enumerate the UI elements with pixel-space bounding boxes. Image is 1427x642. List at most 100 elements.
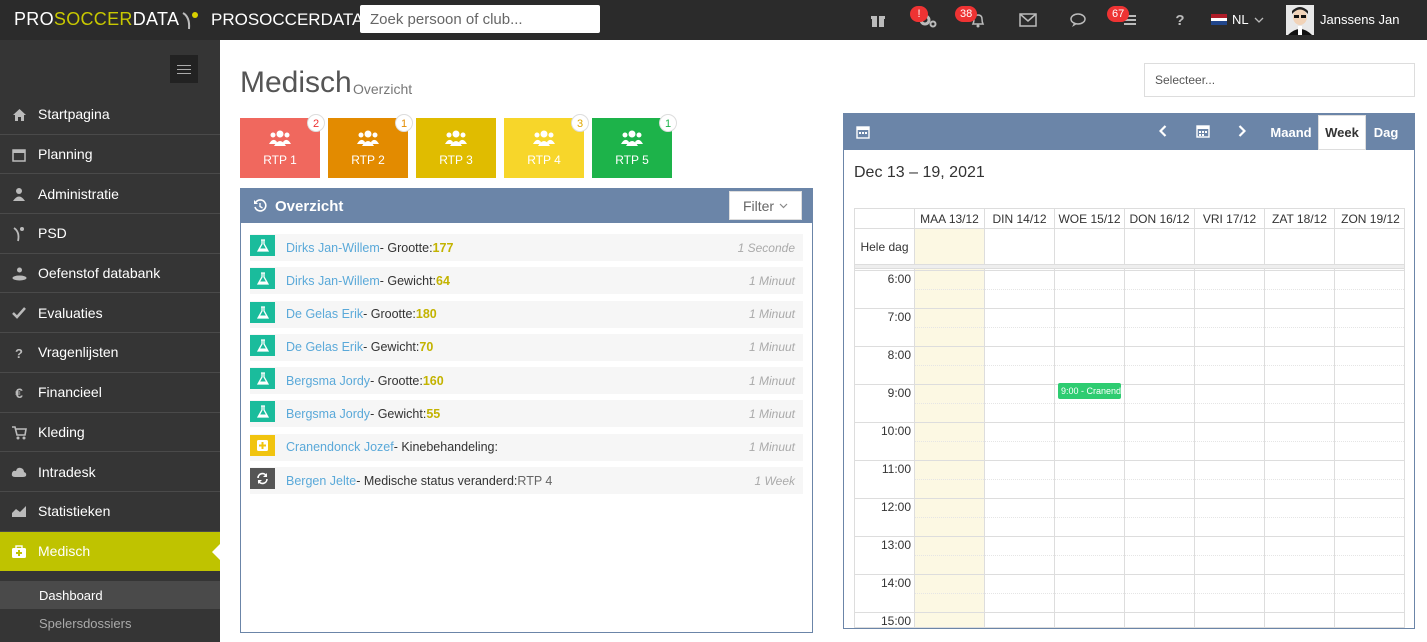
player-link[interactable]: Dirks Jan-Willem	[286, 274, 380, 288]
rtp-tile-5[interactable]: RTP 5 1	[592, 114, 677, 178]
player-link[interactable]: Bergen Jelte	[286, 474, 356, 488]
sidebar-item-medisch[interactable]: Medisch	[0, 531, 220, 572]
view-week-button[interactable]: Week	[1318, 115, 1366, 150]
row-value: 55	[426, 406, 441, 421]
hour-line	[855, 612, 1404, 613]
language-selector[interactable]: NL	[1211, 12, 1264, 27]
logo-text-data: DATA	[132, 9, 180, 29]
avatar[interactable]	[1286, 5, 1314, 35]
submenu-item-spelersdossiers[interactable]: Spelersdossiers	[0, 609, 220, 637]
day-header[interactable]: ZAT 18/12	[1265, 209, 1335, 229]
next-week-button[interactable]	[1233, 122, 1251, 140]
view-day-button[interactable]: Dag	[1366, 114, 1406, 150]
row-text: - Grootte:	[379, 240, 433, 255]
plus-square-icon	[250, 434, 275, 456]
notifications-badge: 38	[955, 6, 978, 22]
row-time: 1 Minuut	[748, 440, 795, 455]
user-name[interactable]: Janssens Jan	[1320, 12, 1400, 27]
view-month-button[interactable]: Maand	[1264, 114, 1318, 150]
day-column[interactable]	[1055, 209, 1125, 627]
player-link[interactable]: De Gelas Erik	[286, 340, 363, 354]
player-link[interactable]: Bergsma Jordy	[286, 407, 370, 421]
sidebar-item-label: PSD	[38, 225, 67, 242]
player-link[interactable]: Dirks Jan-Willem	[286, 241, 380, 255]
envelope-icon[interactable]	[1018, 10, 1038, 30]
list-item: Bergsma Jordy - Gewicht: 55 1 Minuut	[250, 400, 803, 428]
drill-icon	[11, 266, 27, 282]
help-icon[interactable]: ?	[1170, 10, 1190, 30]
player-link[interactable]: Bergsma Jordy	[286, 374, 370, 388]
allday-separator	[855, 265, 1404, 269]
row-value: 70	[419, 340, 434, 355]
question-icon: ?	[15, 345, 23, 361]
sidebar-item-label: Evaluaties	[38, 304, 103, 321]
rtp-tile-badge: 3	[571, 114, 589, 132]
sidebar-item-startpagina[interactable]: Startpagina	[0, 95, 220, 135]
cart-icon	[11, 425, 27, 441]
prev-week-button[interactable]	[1154, 122, 1172, 140]
day-header[interactable]: ZON 19/12	[1335, 209, 1404, 229]
sidebar-item-evaluaties[interactable]: Evaluaties	[0, 293, 220, 334]
day-column[interactable]	[1195, 209, 1265, 627]
chevron-right-icon	[1238, 125, 1246, 137]
chevron-left-icon	[1159, 125, 1167, 137]
chat-icon[interactable]	[1068, 10, 1088, 30]
sidebar-item-administratie[interactable]: Administratie	[0, 174, 220, 215]
list-item: Bergsma Jordy - Grootte: 160 1 Minuut	[250, 367, 803, 395]
allday-row[interactable]	[915, 229, 1404, 265]
sidebar-item-intradesk[interactable]: Intradesk	[0, 452, 220, 492]
brand-name: PROSOCCERDATA	[211, 10, 364, 29]
day-column[interactable]	[985, 209, 1055, 627]
logo[interactable]: PROSOCCERDATA	[14, 9, 179, 30]
time-label: 14:00	[880, 576, 911, 590]
euro-icon: €	[15, 384, 23, 401]
user-icon	[11, 186, 27, 202]
sidebar-item-psd[interactable]: PSD	[0, 214, 220, 254]
gift-icon[interactable]	[868, 10, 888, 30]
day-column[interactable]	[915, 209, 985, 627]
calendar-event[interactable]: 9:00 - Cranendonck	[1058, 383, 1121, 399]
history-icon	[254, 199, 267, 212]
sidebar-item-kleding[interactable]: Kleding	[0, 412, 220, 453]
flag-nl-icon	[1211, 14, 1227, 26]
hour-line	[855, 498, 1404, 499]
sidebar-item-label: Kleding	[38, 423, 85, 440]
today-button[interactable]	[1194, 122, 1212, 140]
menu-toggle-button[interactable]	[170, 55, 198, 83]
rtp-tile-3[interactable]: RTP 3	[416, 118, 496, 178]
filter-button[interactable]: Filter	[729, 191, 802, 220]
day-header[interactable]: VRI 17/12	[1195, 209, 1265, 229]
player-link[interactable]: Cranendonck Jozef	[286, 440, 394, 454]
chart-icon	[11, 504, 27, 520]
time-label: 10:00	[880, 424, 911, 438]
day-header[interactable]: DON 16/12	[1125, 209, 1195, 229]
sidebar-item-financieel[interactable]: € Financieel	[0, 372, 220, 413]
day-header[interactable]: MAA 13/12	[915, 209, 985, 229]
rtp-tile-label: RTP 2	[351, 153, 385, 167]
half-hour-line	[915, 593, 1404, 594]
rtp-tile-4[interactable]: RTP 4 3	[504, 114, 589, 178]
hour-line	[855, 574, 1404, 575]
sidebar-item-statistieken[interactable]: Statistieken	[0, 491, 220, 532]
calendar-panel: Maand Week Dag Dec 13 – 19, 2021 MAA 13/…	[843, 113, 1415, 629]
search-input[interactable]	[360, 5, 600, 33]
time-label: 12:00	[880, 500, 911, 514]
day-column[interactable]	[1125, 209, 1195, 627]
row-text: - Gewicht:	[370, 406, 427, 421]
sidebar-item-planning[interactable]: Planning	[0, 134, 220, 175]
row-text: - Gewicht:	[379, 273, 437, 288]
refresh-icon	[250, 468, 275, 490]
submenu-item-dashboard[interactable]: Dashboard	[0, 581, 220, 609]
day-header[interactable]: DIN 14/12	[985, 209, 1055, 229]
rtp-tile-2[interactable]: RTP 2 1	[328, 114, 413, 178]
day-header[interactable]: WOE 15/12	[1055, 209, 1125, 229]
player-link[interactable]: De Gelas Erik	[286, 307, 363, 321]
player-select[interactable]: Selecteer...	[1144, 63, 1415, 97]
sidebar-item-oefenstof[interactable]: Oefenstof databank	[0, 253, 220, 294]
rtp-tile-1[interactable]: RTP 1 2	[240, 114, 325, 178]
row-time: 1 Week	[754, 473, 795, 488]
day-column[interactable]	[1335, 209, 1404, 627]
day-column[interactable]	[1265, 209, 1335, 627]
activity-list: Dirks Jan-Willem - Grootte: 177 1 Second…	[250, 234, 803, 500]
sidebar-item-vragenlijsten[interactable]: ? Vragenlijsten	[0, 333, 220, 373]
